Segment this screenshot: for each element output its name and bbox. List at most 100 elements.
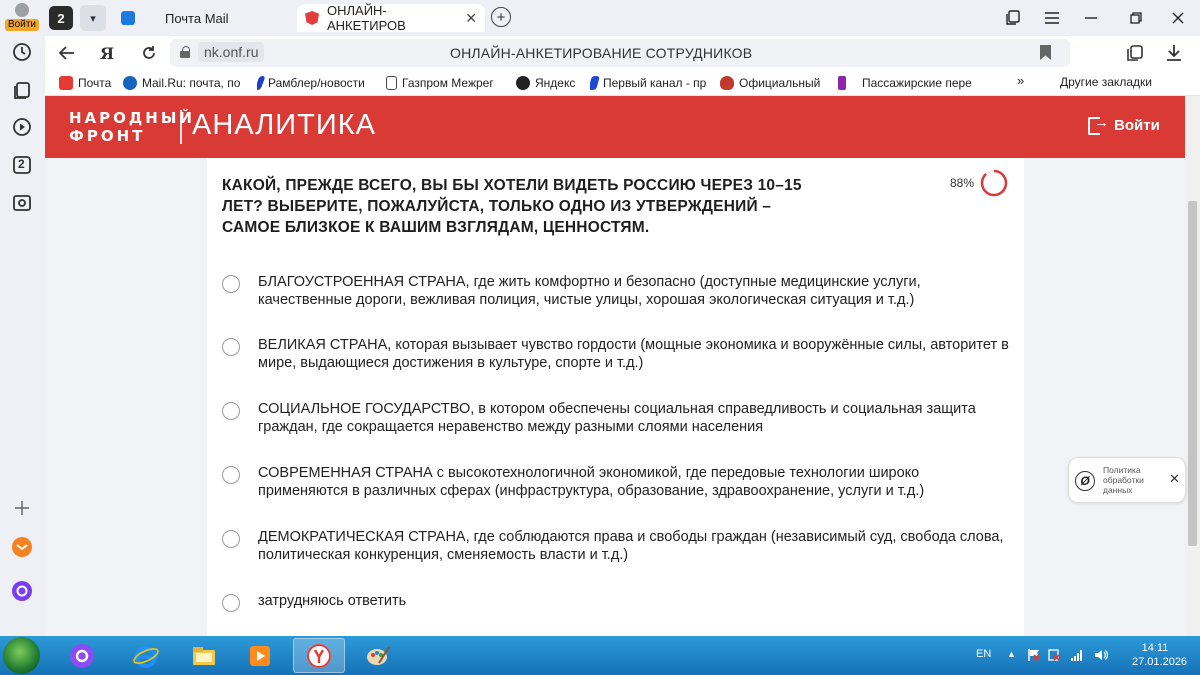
browser-sidebar: Войти 2 — [0, 0, 45, 636]
mail-favicon-icon — [121, 11, 135, 25]
start-button[interactable] — [3, 637, 40, 674]
logo-text-line1: НАРОДНЫЙ — [69, 109, 195, 127]
device-status-icon[interactable] — [1048, 648, 1062, 662]
network-signal-icon[interactable] — [1070, 648, 1084, 662]
tab-mail[interactable]: Почта Mail — [115, 4, 295, 32]
tab-strip: 2 ▾ Почта Mail ОНЛАЙН-АНКЕТИРОВ ✕ + — [45, 0, 1200, 36]
paint-icon[interactable] — [352, 638, 404, 673]
radio-button[interactable] — [222, 594, 240, 612]
bookmarks-bar: Почта Mail.Ru: почта, по Рамблер/новости… — [45, 70, 1200, 96]
collections-toolbar-icon[interactable] — [1123, 41, 1147, 65]
taskbar: EN ▲ 14:11 27.01.2026 — [0, 636, 1200, 675]
video-play-icon[interactable] — [11, 116, 33, 138]
clock-time: 14:11 — [1141, 642, 1169, 654]
collections-icon[interactable] — [11, 80, 33, 102]
login-button[interactable]: Войти — [1088, 114, 1160, 135]
mail-icon — [59, 76, 73, 90]
media-player-icon[interactable] — [234, 638, 286, 673]
angular-favicon-icon — [305, 11, 319, 25]
answer-option[interactable]: СОВРЕМЕННАЯ СТРАНА с высокотехнологичной… — [222, 464, 1012, 500]
alice-assistant-icon[interactable] — [11, 580, 33, 602]
login-button[interactable]: Войти — [3, 2, 41, 32]
tab-counter[interactable]: 2 — [49, 6, 73, 30]
page-content: НАРОДНЫЙ ФРОНТ АНАЛИТИКА Войти КАКОЙ, ПР… — [45, 96, 1185, 636]
bookmark-item[interactable]: Пассажирские пере — [838, 74, 978, 92]
keyboard-language[interactable]: EN — [976, 648, 991, 660]
bookmark-item[interactable]: Mail.Ru: почта, по — [123, 74, 243, 92]
download-icon[interactable] — [1162, 41, 1186, 65]
logo-text-line2: ФРОНТ — [69, 127, 146, 145]
menu-icon[interactable] — [1041, 7, 1063, 29]
internet-explorer-icon[interactable] — [120, 638, 172, 673]
answer-text: СОЦИАЛЬНОЕ ГОСУДАРСТВО, в котором обеспе… — [258, 401, 976, 435]
tabs-count-icon[interactable]: 2 — [11, 154, 33, 176]
clock-date: 27.01.2026 — [1132, 656, 1188, 668]
tab-title: Почта Mail — [165, 10, 229, 26]
bookmark-item[interactable]: Почта — [59, 74, 123, 92]
action-center-flag-icon[interactable] — [1027, 648, 1041, 662]
lock-icon[interactable] — [180, 46, 190, 58]
bookmark-item[interactable]: Газпром Межрег — [386, 74, 504, 92]
bookmark-item[interactable]: Официальный — [720, 74, 828, 92]
answer-text: СОВРЕМЕННАЯ СТРАНА с высокотехнологичной… — [258, 465, 925, 499]
site-header: НАРОДНЫЙ ФРОНТ АНАЛИТИКА Войти — [45, 96, 1185, 158]
bookmark-icon[interactable] — [1040, 45, 1051, 60]
file-explorer-icon[interactable] — [178, 638, 230, 673]
answer-option[interactable]: ВЕЛИКАЯ СТРАНА, которая вызывает чувство… — [222, 336, 1012, 372]
radio-button[interactable] — [222, 466, 240, 484]
other-bookmarks-button[interactable]: Другие закладки — [1060, 75, 1152, 89]
address-bar: Я nk.onf.ru ОНЛАЙН-АНКЕТИРОВАНИЕ СОТРУДН… — [45, 36, 1200, 70]
close-icon[interactable]: ✕ — [1169, 471, 1180, 487]
alice-taskbar-icon[interactable] — [56, 638, 108, 673]
bookmark-label: Рамблер/новости — [268, 76, 365, 90]
close-tab-icon[interactable]: ✕ — [465, 10, 477, 27]
answer-option[interactable]: ДЕМОКРАТИЧЕСКАЯ СТРАНА, где соблюдаются … — [222, 528, 1012, 564]
bookmark-item[interactable]: Рамблер/новости — [257, 74, 375, 92]
radio-button[interactable] — [222, 338, 240, 356]
tab-title: ОНЛАЙН-АНКЕТИРОВ — [327, 3, 406, 33]
sign-in-icon — [1088, 114, 1109, 135]
answer-text: ВЕЛИКАЯ СТРАНА, которая вызывает чувство… — [258, 337, 1009, 371]
answer-option[interactable]: СОЦИАЛЬНОЕ ГОСУДАРСТВО, в котором обеспе… — [222, 400, 1012, 436]
radio-button[interactable] — [222, 402, 240, 420]
chevron-down-icon[interactable]: ▾ — [80, 5, 106, 31]
question-text: КАКОЙ, ПРЕЖДЕ ВСЕГО, ВЫ БЫ ХОТЕЛИ ВИДЕТЬ… — [222, 177, 802, 236]
screenshot-icon[interactable] — [11, 192, 33, 214]
mail-app-icon[interactable] — [11, 536, 33, 558]
volume-icon[interactable] — [1094, 648, 1108, 662]
answer-text: БЛАГОУСТРОЕННАЯ СТРАНА, где жить комфорт… — [258, 274, 921, 308]
scrollbar-thumb[interactable] — [1188, 201, 1197, 546]
answer-option[interactable]: БЛАГОУСТРОЕННАЯ СТРАНА, где жить комфорт… — [222, 273, 1012, 309]
tab-survey[interactable]: ОНЛАЙН-АНКЕТИРОВ ✕ — [297, 3, 485, 33]
privacy-policy-widget[interactable]: Ø Политика обработки данных ✕ — [1068, 457, 1186, 503]
restore-icon[interactable] — [1125, 7, 1147, 29]
privacy-policy-link[interactable]: Политика обработки данных — [1103, 465, 1165, 495]
radio-button[interactable] — [222, 530, 240, 548]
show-hidden-icons[interactable]: ▲ — [1007, 649, 1016, 659]
tab-manager-icon[interactable] — [1002, 7, 1024, 29]
history-icon[interactable] — [11, 41, 33, 63]
url-field[interactable]: nk.onf.ru ОНЛАЙН-АНКЕТИРОВАНИЕ СОТРУДНИК… — [170, 39, 1070, 67]
answer-option[interactable]: затрудняюсь ответить — [222, 592, 1012, 612]
more-bookmarks-button[interactable]: » — [1017, 73, 1024, 88]
rambler-icon — [257, 76, 266, 90]
logo-divider — [180, 110, 182, 144]
privacy-logo-icon: Ø — [1075, 471, 1095, 491]
avatar-icon — [15, 3, 29, 17]
yandex-browser-taskbar-icon[interactable] — [293, 638, 345, 673]
minimize-icon[interactable] — [1080, 7, 1102, 29]
bookmark-item[interactable]: Яндекс — [516, 74, 586, 92]
yandex-logo-icon[interactable]: Я — [95, 41, 119, 65]
system-clock[interactable]: 14:11 27.01.2026 — [1132, 641, 1188, 669]
back-icon[interactable] — [55, 41, 79, 65]
tabs-count-label: 2 — [18, 157, 25, 171]
document-icon — [386, 76, 397, 90]
close-window-icon[interactable] — [1167, 7, 1189, 29]
scrollbar[interactable] — [1185, 96, 1200, 636]
reload-icon[interactable] — [137, 41, 161, 65]
add-icon[interactable] — [11, 497, 33, 519]
answer-text: затрудняюсь ответить — [258, 593, 407, 609]
new-tab-button[interactable]: + — [491, 7, 511, 27]
bookmark-item[interactable]: Первый канал - пр — [590, 74, 708, 92]
radio-button[interactable] — [222, 275, 240, 293]
